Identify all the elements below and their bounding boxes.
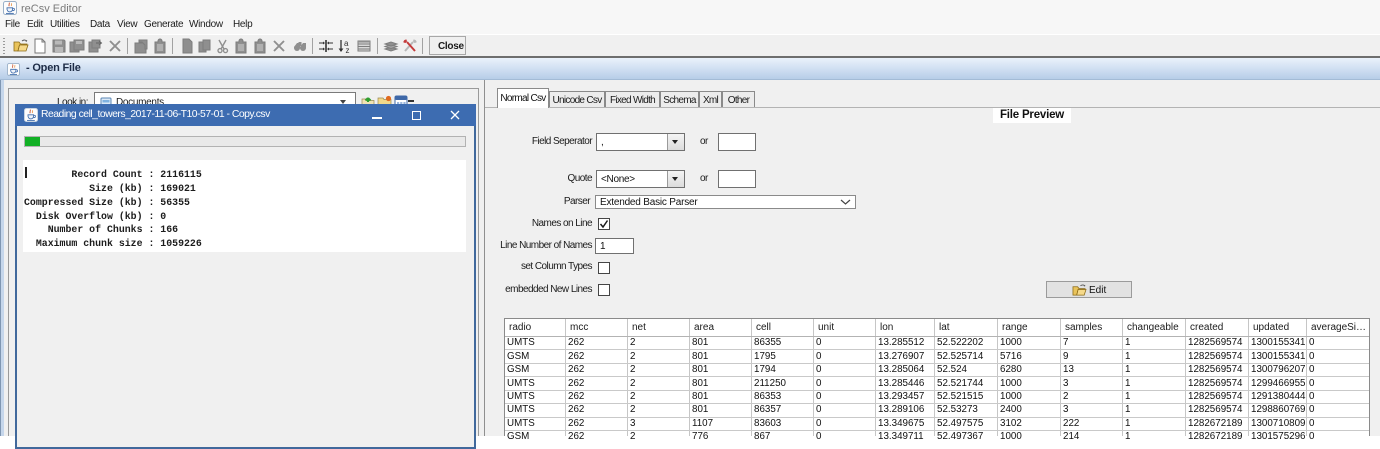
svg-text:z: z xyxy=(346,46,350,54)
